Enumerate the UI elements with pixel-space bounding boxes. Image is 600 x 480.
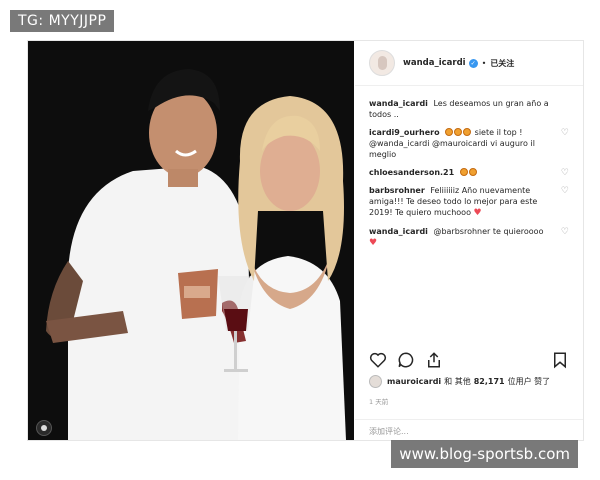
post-username[interactable]: wanda_icardi — [403, 58, 466, 68]
instagram-post: wanda_icardi ✓ • 已关注 wanda_icardi Les de… — [27, 40, 584, 441]
emoji-icon — [459, 168, 468, 176]
share-icon[interactable] — [425, 351, 443, 369]
comment-item: barbsrohner Feliiiiiiz Año nuevamente am… — [369, 185, 569, 219]
likes-summary: mauroicardi 和 其他 82,171 位用户 赞了 — [369, 375, 550, 388]
separator-dot: • — [481, 58, 487, 68]
verified-badge-icon: ✓ — [468, 58, 478, 68]
heart-outline-icon[interactable] — [369, 351, 387, 369]
red-heart-emoji-icon: ♥ — [473, 208, 482, 218]
avatar[interactable] — [369, 50, 395, 76]
post-header: wanda_icardi ✓ • 已关注 — [355, 41, 583, 86]
comment-item: chloesanderson.21 ♡ — [369, 167, 569, 178]
comment-username[interactable]: chloesanderson.21 — [369, 168, 454, 177]
post-photo[interactable] — [28, 41, 354, 440]
likes-count[interactable]: 82,171 — [474, 377, 505, 386]
post-timestamp[interactable]: 1 天前 — [369, 396, 388, 406]
red-heart-emoji-icon: ♥ — [369, 238, 378, 248]
caption-username[interactable]: wanda_icardi — [369, 99, 428, 108]
watermark-bottom-right: www.blog-sportsb.com — [391, 440, 578, 468]
emoji-icon — [463, 128, 472, 136]
comment-like-icon[interactable]: ♡ — [561, 168, 569, 179]
comment-like-icon[interactable]: ♡ — [561, 227, 569, 238]
likes-suffix: 位用户 赞了 — [507, 377, 551, 386]
comment-like-icon[interactable]: ♡ — [561, 186, 569, 197]
liker-avatar[interactable] — [369, 375, 382, 388]
comment-username[interactable]: barbsrohner — [369, 186, 425, 195]
watermark-top-left: TG: MYYJJPP — [10, 10, 115, 32]
comment-username[interactable]: icardi9_ourhero — [369, 128, 440, 137]
emoji-icon — [445, 128, 454, 136]
emoji-icon — [468, 168, 477, 176]
photo-illustration — [28, 41, 354, 440]
comments-list: wanda_icardi Les deseamos un gran año a … — [355, 86, 583, 249]
comment-icon[interactable] — [397, 351, 415, 369]
comment-username[interactable]: wanda_icardi — [369, 227, 428, 236]
bookmark-icon[interactable] — [551, 351, 569, 369]
follow-status-button[interactable]: 已关注 — [490, 58, 514, 69]
post-actions — [369, 349, 569, 371]
user-tag-icon[interactable] — [36, 420, 52, 436]
comment-text: @barbsrohner te quieroooo — [433, 227, 544, 236]
liker-username[interactable]: mauroicardi — [387, 377, 441, 386]
comment-item: wanda_icardi @barbsrohner te quieroooo ♥… — [369, 226, 569, 249]
emoji-icon — [454, 128, 463, 136]
comment-item: icardi9_ourhero siete il top ! @wanda_ic… — [369, 127, 569, 160]
post-side-panel: wanda_icardi ✓ • 已关注 wanda_icardi Les de… — [355, 41, 583, 440]
caption: wanda_icardi Les deseamos un gran año a … — [369, 98, 569, 120]
likes-conjunction: 和 其他 — [444, 377, 471, 386]
comment-like-icon[interactable]: ♡ — [561, 128, 569, 139]
